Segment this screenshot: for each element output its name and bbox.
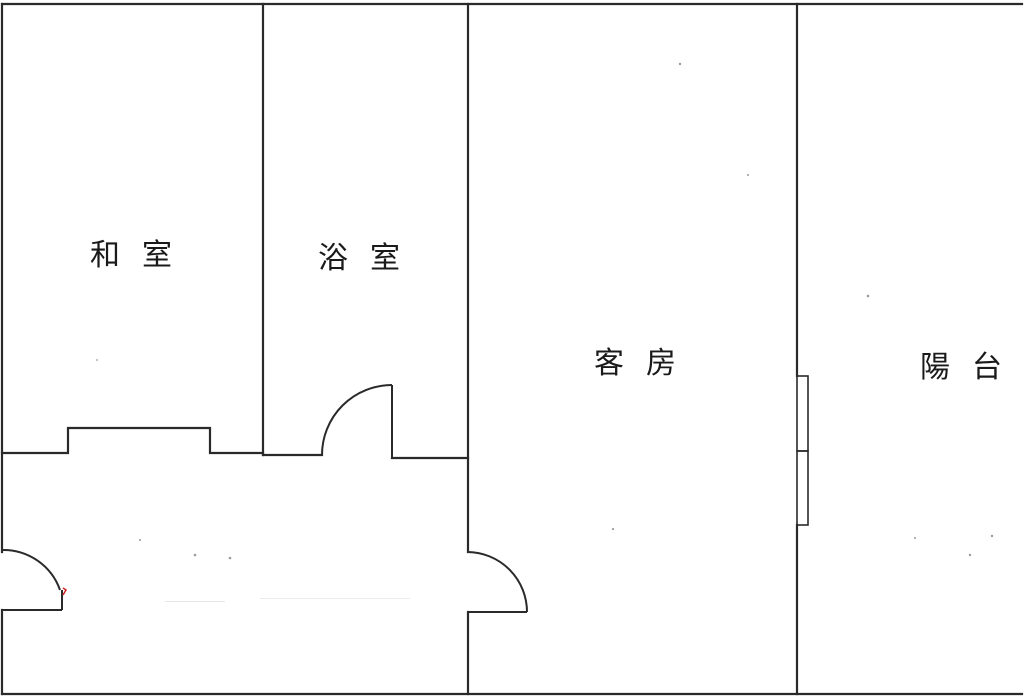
bathroom-door [321,384,393,458]
doors [1,375,809,613]
outer-walls [0,2,1024,696]
floor-plan: 和室 浴室 客房 陽台 [0,2,1024,696]
room-label-guest-room: 客房 [594,346,698,381]
scan-specks [96,62,994,602]
balcony-sliding-door [796,375,809,526]
room-label-washitsu: 和室 [90,238,194,273]
wall-washitsu-bottom [0,426,265,455]
red-mark [62,587,68,596]
entrance-door [1,548,63,611]
room-label-balcony: 陽台 [920,350,1024,385]
room-label-bathroom: 浴室 [318,241,422,276]
guest-room-door [467,551,528,613]
